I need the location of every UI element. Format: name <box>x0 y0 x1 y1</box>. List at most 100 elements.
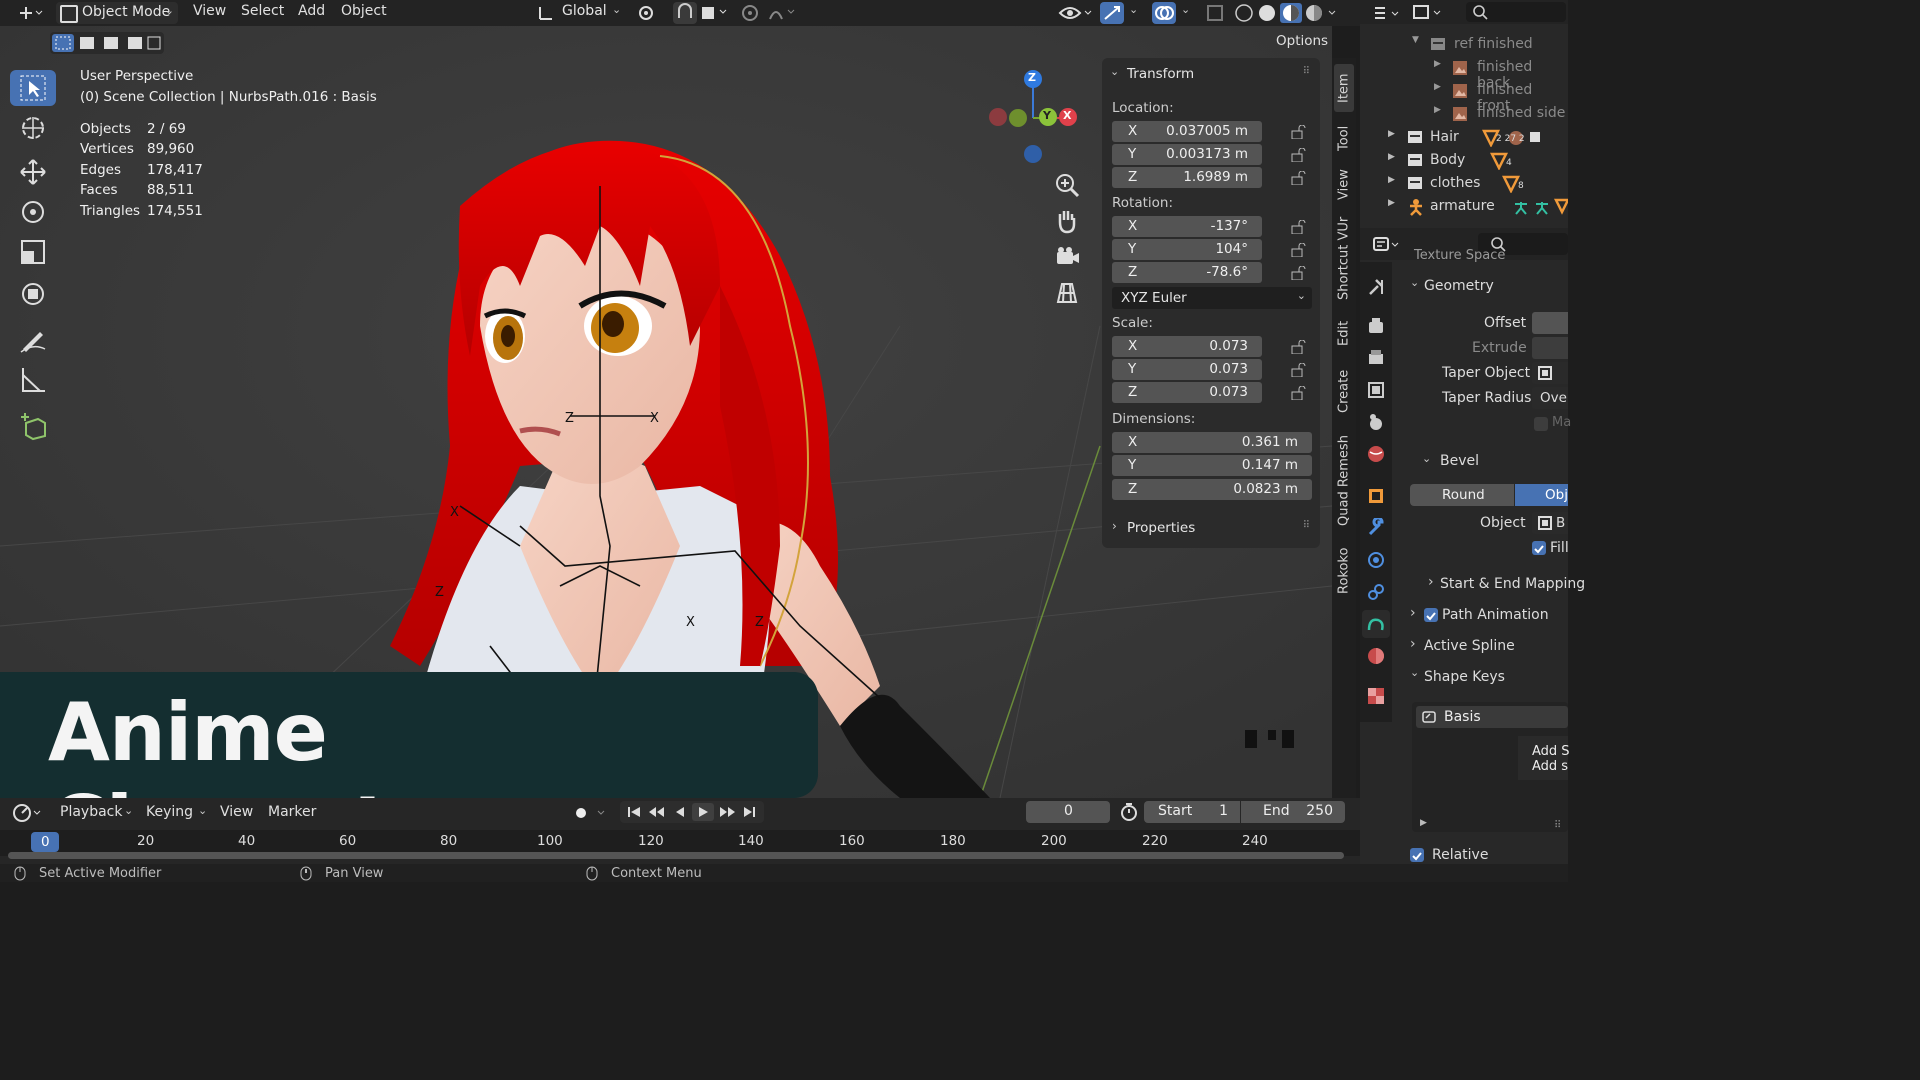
drag-handle-icon[interactable]: ⠿ <box>1303 520 1310 531</box>
rotation-x-field[interactable]: X -137° <box>1112 216 1262 237</box>
menu-playback[interactable]: Playback <box>60 804 122 820</box>
scale-z-field[interactable]: Z 0.073 <box>1112 382 1262 403</box>
expand-right-icon[interactable]: ▶ <box>1388 152 1395 162</box>
menu-add[interactable]: Add <box>298 3 325 19</box>
location-z-field[interactable]: Z 1.6989 m <box>1112 167 1262 188</box>
visibility-eye-icon[interactable] <box>1058 3 1094 23</box>
outliner-row[interactable]: ▶ Body 4 <box>1360 150 1568 172</box>
modifier-wrench-icon[interactable] <box>1366 518 1386 538</box>
expand-down-icon[interactable]: ▼ <box>1412 35 1419 45</box>
expand-right-icon[interactable]: ▶ <box>1434 82 1441 92</box>
properties-editor-icon[interactable] <box>1372 235 1406 253</box>
gizmo-toggle-icon[interactable] <box>1100 2 1124 24</box>
menu-timeline-view[interactable]: View <box>220 804 253 820</box>
rotation-y-field[interactable]: Y 104° <box>1112 239 1262 260</box>
bevel-object-field[interactable]: B <box>1532 512 1568 534</box>
location-y-field[interactable]: Y 0.003173 m <box>1112 144 1262 165</box>
unlock-icon[interactable] <box>1290 243 1306 257</box>
drag-handle-icon[interactable]: ⠿ <box>1554 820 1561 831</box>
menu-view[interactable]: View <box>193 3 226 19</box>
outliner-row[interactable]: ▶ finished side <box>1360 103 1568 125</box>
physics-icon[interactable] <box>1366 550 1386 570</box>
playhead[interactable]: 0 <box>31 832 59 852</box>
menu-marker[interactable]: Marker <box>268 804 316 820</box>
unlock-icon[interactable] <box>1290 220 1306 234</box>
expand-right-icon[interactable]: ▶ <box>1434 105 1441 115</box>
outliner-row[interactable]: ▼ ref finished <box>1360 34 1568 56</box>
properties-panel-header[interactable]: › Properties ⠿ <box>1110 519 1310 538</box>
object-properties-icon[interactable] <box>1366 486 1386 506</box>
timeline-editor-icon[interactable] <box>12 803 46 823</box>
chevron-down-icon[interactable]: ⌄ <box>1129 3 1138 16</box>
expand-right-icon[interactable]: ▶ <box>1388 175 1395 185</box>
bevel-object-button[interactable]: Obj <box>1515 484 1568 506</box>
falloff-curve-icon[interactable] <box>768 3 798 23</box>
start-frame-field[interactable]: Start 1 <box>1144 801 1240 823</box>
output-icon[interactable] <box>1366 348 1386 368</box>
rotation-mode-dropdown[interactable]: XYZ Euler ⌄ <box>1112 287 1312 309</box>
unlock-icon[interactable] <box>1290 171 1306 185</box>
active-spline-header[interactable]: › Active Spline <box>1404 636 1568 658</box>
taper-radius-dropdown[interactable]: Over <box>1532 387 1568 409</box>
dimensions-x-field[interactable]: X 0.361 m <box>1112 432 1312 453</box>
outliner-row[interactable]: ▶ armature <box>1360 196 1568 218</box>
rotation-z-field[interactable]: Z -78.6° <box>1112 262 1262 283</box>
overlays-toggle-icon[interactable] <box>1152 2 1176 24</box>
bevel-panel-header[interactable]: ⌄ Bevel <box>1412 450 1568 474</box>
unlock-icon[interactable] <box>1290 266 1306 280</box>
tab-edit[interactable]: Edit <box>1334 310 1354 356</box>
taper-object-field[interactable] <box>1532 362 1568 384</box>
fill-caps-checkbox[interactable] <box>1532 541 1546 555</box>
menu-object[interactable]: Object <box>341 3 387 19</box>
move-tool[interactable] <box>10 154 56 190</box>
expand-right-icon[interactable]: ▶ <box>1388 129 1395 139</box>
camera-view-icon[interactable] <box>1052 242 1082 272</box>
unlock-icon[interactable] <box>1290 148 1306 162</box>
texture-space-label[interactable]: Texture Space <box>1414 248 1505 263</box>
tab-create[interactable]: Create <box>1334 360 1354 422</box>
expand-right-icon[interactable]: ▶ <box>1420 818 1427 828</box>
menu-keying[interactable]: Keying <box>146 804 193 820</box>
snap-target-icon[interactable] <box>700 3 730 23</box>
outliner-row[interactable]: ▶ clothes 8 <box>1360 173 1568 195</box>
tab-item[interactable]: Item <box>1334 64 1354 112</box>
dimensions-z-field[interactable]: Z 0.0823 m <box>1112 479 1312 500</box>
chevron-down-icon[interactable]: ⌄ <box>1181 3 1190 16</box>
bevel-round-button[interactable]: Round <box>1410 484 1514 506</box>
annotate-tool[interactable] <box>10 322 56 358</box>
tab-tool[interactable]: Tool <box>1334 116 1354 160</box>
transform-panel-header[interactable]: ⌄ Transform ⠿ <box>1110 65 1310 84</box>
outliner-search-input[interactable] <box>1466 2 1566 22</box>
path-animation-header[interactable]: › Path Animation <box>1404 605 1568 627</box>
dimensions-y-field[interactable]: Y 0.147 m <box>1112 455 1312 476</box>
view-layer-icon[interactable] <box>1366 380 1386 400</box>
outliner-editor-icon[interactable] <box>1372 4 1406 22</box>
tab-quad-remesh[interactable]: Quad Remesh <box>1334 426 1354 536</box>
transform-orientation-dropdown[interactable]: Global ⌄ <box>538 2 626 24</box>
editor-type-icon[interactable] <box>14 4 44 22</box>
navigation-gizmo[interactable]: Z Y X <box>985 66 1085 166</box>
scale-x-field[interactable]: X 0.073 <box>1112 336 1262 357</box>
world-icon[interactable] <box>1366 444 1386 464</box>
drag-handle-icon[interactable]: ⠿ <box>1303 66 1310 77</box>
zoom-icon[interactable] <box>1052 170 1082 200</box>
outliner-row[interactable]: ▶ finished front <box>1360 80 1568 114</box>
scale-y-field[interactable]: Y 0.073 <box>1112 359 1262 380</box>
scale-tool[interactable] <box>10 234 56 270</box>
material-icon[interactable] <box>1366 646 1386 666</box>
add-cube-tool[interactable] <box>10 408 56 444</box>
pan-hand-icon[interactable] <box>1052 206 1082 236</box>
curve-data-tab[interactable] <box>1362 610 1390 638</box>
snap-toggle-icon[interactable] <box>673 2 697 24</box>
shape-key-row[interactable]: Basis <box>1416 706 1568 728</box>
proportional-edit-icon[interactable] <box>738 3 762 23</box>
unlock-icon[interactable] <box>1290 386 1306 400</box>
select-box-tool[interactable] <box>10 70 56 106</box>
pivot-point-icon[interactable] <box>636 3 666 23</box>
render-icon[interactable] <box>1366 316 1386 336</box>
expand-right-icon[interactable]: ▶ <box>1388 198 1395 208</box>
rotate-tool[interactable] <box>10 194 56 230</box>
menu-select[interactable]: Select <box>241 3 284 19</box>
timeline-scrollbar[interactable] <box>8 852 1344 859</box>
checkbox-unchecked[interactable] <box>1534 417 1548 431</box>
